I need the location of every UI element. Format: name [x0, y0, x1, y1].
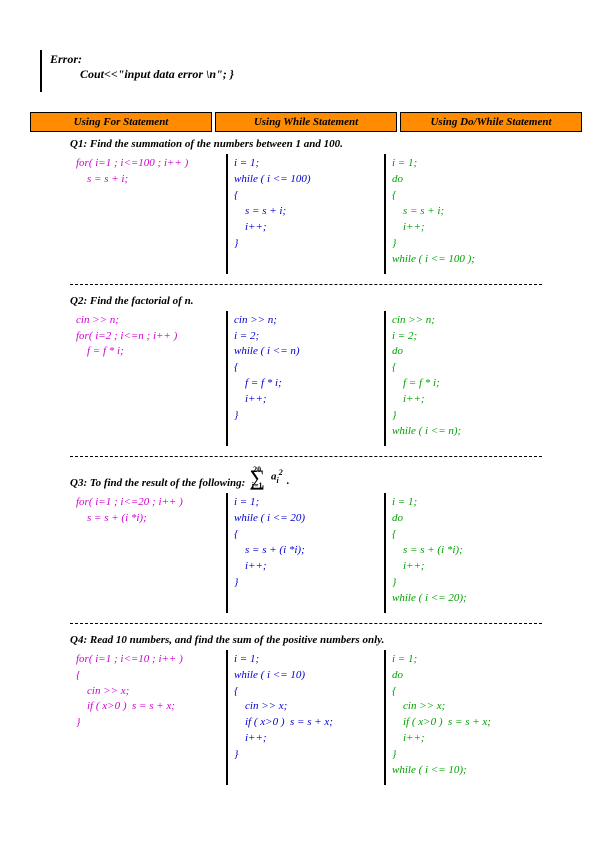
q2-do-code: cin >> n; i = 2; do { f = f * i; i++; } … [386, 311, 542, 447]
q2-row: cin >> n; for( i=2 ; i<=n ; i++ ) f = f … [70, 311, 542, 447]
q3-do-code: i = 1; do { s = s + (i *i); i++; } while… [386, 493, 542, 613]
header-while: Using While Statement [215, 112, 397, 132]
q3-question: Q3: To find the result of the following:… [70, 467, 582, 489]
sigma-bot: i=1 [252, 475, 263, 497]
header-dowhile: Using Do/While Statement [400, 112, 582, 132]
q4-do-code: i = 1; do { cin >> x; if ( x>0 ) s = s +… [386, 650, 542, 786]
q3-for-code: for( i=1 ; i<=20 ; i++ ) s = s + (i *i); [70, 493, 228, 613]
q1-row: for( i=1 ; i<=100 ; i++ ) s = s + i; i =… [70, 154, 542, 274]
error-title: Error: [50, 52, 574, 67]
error-code: Cout<<"input data error \n"; } [50, 67, 574, 82]
q4-text: Q4: Read 10 numbers, and find the sum of… [70, 634, 582, 646]
q4-for-code: for( i=1 ; i<=10 ; i++ ) { cin >> x; if … [70, 650, 228, 786]
divider-1 [70, 284, 542, 285]
q1-for-code: for( i=1 ; i<=100 ; i++ ) s = s + i; [70, 154, 228, 274]
divider-3 [70, 623, 542, 624]
sigma-term: ai2 [269, 468, 283, 489]
error-box: Error: Cout<<"input data error \n"; } [40, 50, 582, 92]
q4-row: for( i=1 ; i<=10 ; i++ ) { cin >> x; if … [70, 650, 542, 786]
column-headers: Using For Statement Using While Statemen… [30, 112, 582, 132]
q2-text: Q2: Find the factorial of n. [70, 295, 582, 307]
divider-2 [70, 456, 542, 457]
sigma-icon: 20 ∑ i=1 [245, 467, 269, 489]
q3-row: for( i=1 ; i<=20 ; i++ ) s = s + (i *i);… [70, 493, 542, 613]
q1-while-code: i = 1; while ( i <= 100) { s = s + i; i+… [228, 154, 386, 274]
q2-while-code: cin >> n; i = 2; while ( i <= n) { f = f… [228, 311, 386, 447]
q3-period: . [283, 475, 290, 489]
q3-while-code: i = 1; while ( i <= 20) { s = s + (i *i)… [228, 493, 386, 613]
q1-do-code: i = 1; do { s = s + i; i++; } while ( i … [386, 154, 542, 274]
q4-while-code: i = 1; while ( i <= 10) { cin >> x; if (… [228, 650, 386, 786]
q2-for-code: cin >> n; for( i=2 ; i<=n ; i++ ) f = f … [70, 311, 228, 447]
q1-text: Q1: Find the summation of the numbers be… [70, 138, 582, 150]
q3-text: Q3: To find the result of the following: [70, 477, 245, 489]
header-for: Using For Statement [30, 112, 212, 132]
